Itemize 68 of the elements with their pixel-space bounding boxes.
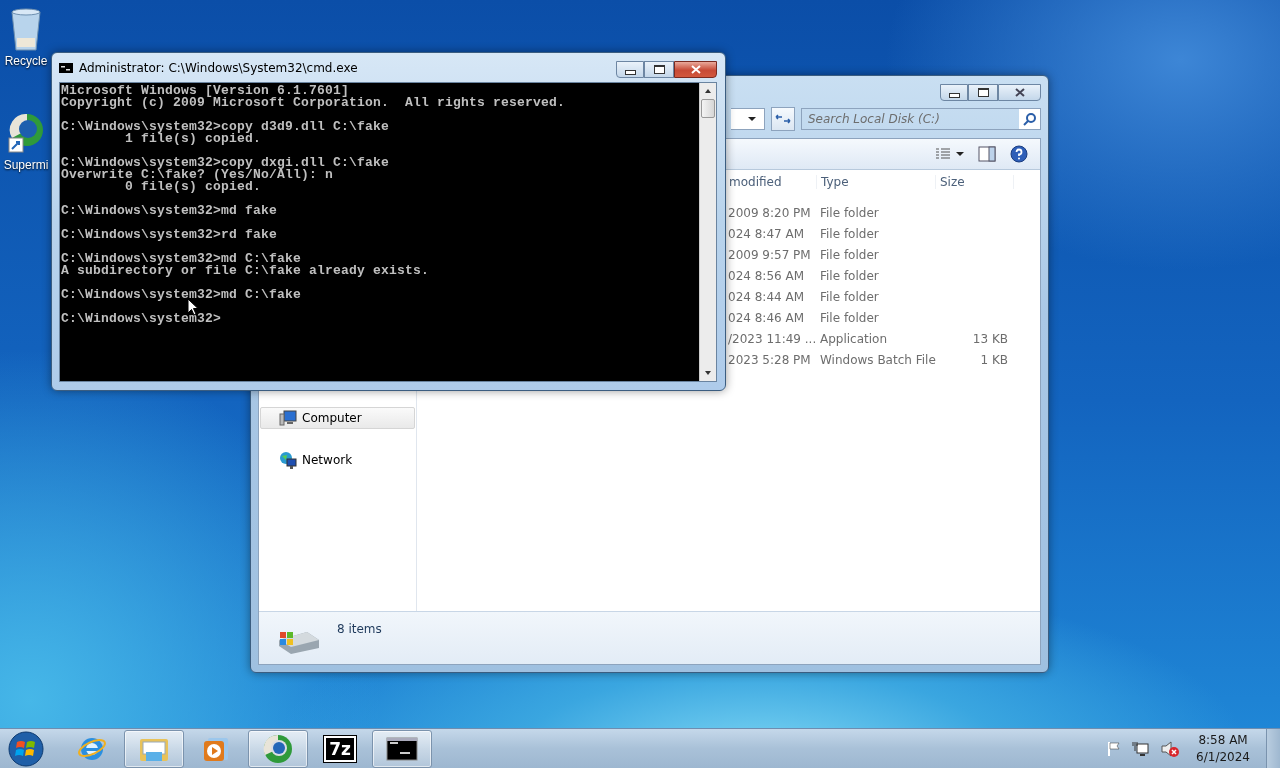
type-cell-text: File folder	[819, 247, 880, 262]
clock[interactable]: 8:58 AM 6/1/2024	[1190, 731, 1256, 766]
address-dropdown[interactable]	[731, 108, 765, 130]
type-cell-text: File folder	[819, 289, 880, 304]
column-header[interactable]: Size	[936, 175, 1014, 189]
date-cell-text: 2023 5:28 PM	[727, 352, 812, 367]
column-header[interactable]: Type	[817, 175, 936, 189]
type-cell-text: File folder	[819, 268, 880, 283]
type-cell-text: Windows Batch File	[819, 352, 936, 367]
network-globe-icon	[279, 451, 297, 469]
monitor-icon	[279, 410, 297, 426]
minimize-button[interactable]	[616, 61, 644, 78]
globe-shortcut-icon	[7, 112, 45, 156]
minimize-button[interactable]	[940, 84, 968, 101]
maximize-button[interactable]	[968, 84, 998, 101]
console-line: Microsoft Windows [Version 6.1.7601]	[61, 85, 350, 97]
console-line: Copyright (c) 2009 Microsoft Corporation. All rights reserved.	[61, 97, 566, 109]
size-cell-text: 13 KB	[971, 331, 1008, 346]
trash-bin-icon	[10, 8, 42, 52]
console-line: Overwrite C:\fake? (Yes/No/All): n	[61, 169, 334, 181]
size-cell-text: 1 KB	[979, 352, 1008, 367]
type-cell-text: File folder	[819, 310, 880, 325]
window-title: Administrator: C:\Windows\System32\cmd.exe	[79, 60, 359, 75]
close-button[interactable]	[674, 61, 717, 78]
console-line: C:\Windows\system32>	[61, 313, 222, 325]
type-cell-text: Application	[819, 331, 889, 346]
date-cell-text: /2023 11:49 ...	[727, 331, 817, 346]
flag-icon[interactable]	[1106, 740, 1123, 757]
refresh-icon	[775, 113, 791, 125]
network-icon[interactable]	[1132, 740, 1151, 757]
maximize-button[interactable]	[644, 61, 674, 78]
console-line: C:\Windows\system32>rd fake	[61, 229, 278, 241]
date-cell-text: 2009 9:57 PM	[727, 247, 812, 262]
archive-logo: 7z	[324, 735, 356, 762]
nav-item[interactable]: Computer	[260, 407, 415, 429]
taskbar-app-button[interactable]	[372, 729, 432, 768]
console-icon	[386, 736, 418, 761]
refresh-button[interactable]	[771, 107, 795, 131]
console-line: C:\Windows\system32>md fake	[61, 205, 278, 217]
speaker-muted-icon[interactable]	[1160, 739, 1181, 758]
date-cell-text: 024 8:56 AM	[727, 268, 806, 283]
date-cell-text: 024 8:46 AM	[727, 310, 806, 325]
date-cell-text: 024 8:47 AM	[727, 226, 806, 241]
type-cell-text: File folder	[819, 205, 880, 220]
taskbar-app-button[interactable]: 7z	[310, 729, 370, 768]
preview-pane-button[interactable]	[978, 146, 996, 162]
nav-item[interactable]: Network	[260, 449, 415, 471]
desktop-icon-label[interactable]: Recycle	[4, 54, 48, 68]
console-line: 0 file(s) copied.	[124, 181, 262, 193]
console-line: C:\Windows\system32>copy dxgi.dll C:\fake	[61, 157, 390, 169]
console-line: C:\Windows\system32>copy d3d9.dll C:\fake	[61, 121, 390, 133]
close-icon	[1014, 88, 1025, 97]
type-cell-text: File folder	[819, 226, 880, 241]
console-line: C:\Windows\system32>md C:\fake	[61, 289, 302, 301]
console-icon	[59, 62, 73, 73]
item-count: 8 items	[337, 622, 382, 636]
help-button[interactable]	[1010, 145, 1028, 163]
view-options-button[interactable]	[936, 148, 964, 160]
date-cell-text: 024 8:44 AM	[727, 289, 806, 304]
close-icon	[690, 65, 701, 74]
console-line: C:\Windows\system32>md C:\fake	[61, 253, 302, 265]
console-line: 1 file(s) copied.	[125, 133, 262, 145]
scrollbar[interactable]	[699, 83, 716, 381]
globe-icon	[262, 732, 294, 765]
console-line: A subdirectory or file C:\fake already exists.	[61, 265, 430, 277]
close-button[interactable]	[998, 84, 1041, 101]
desktop-icon-label[interactable]: Supermi	[3, 158, 49, 172]
date-cell-text: 2009 8:20 PM	[727, 205, 812, 220]
